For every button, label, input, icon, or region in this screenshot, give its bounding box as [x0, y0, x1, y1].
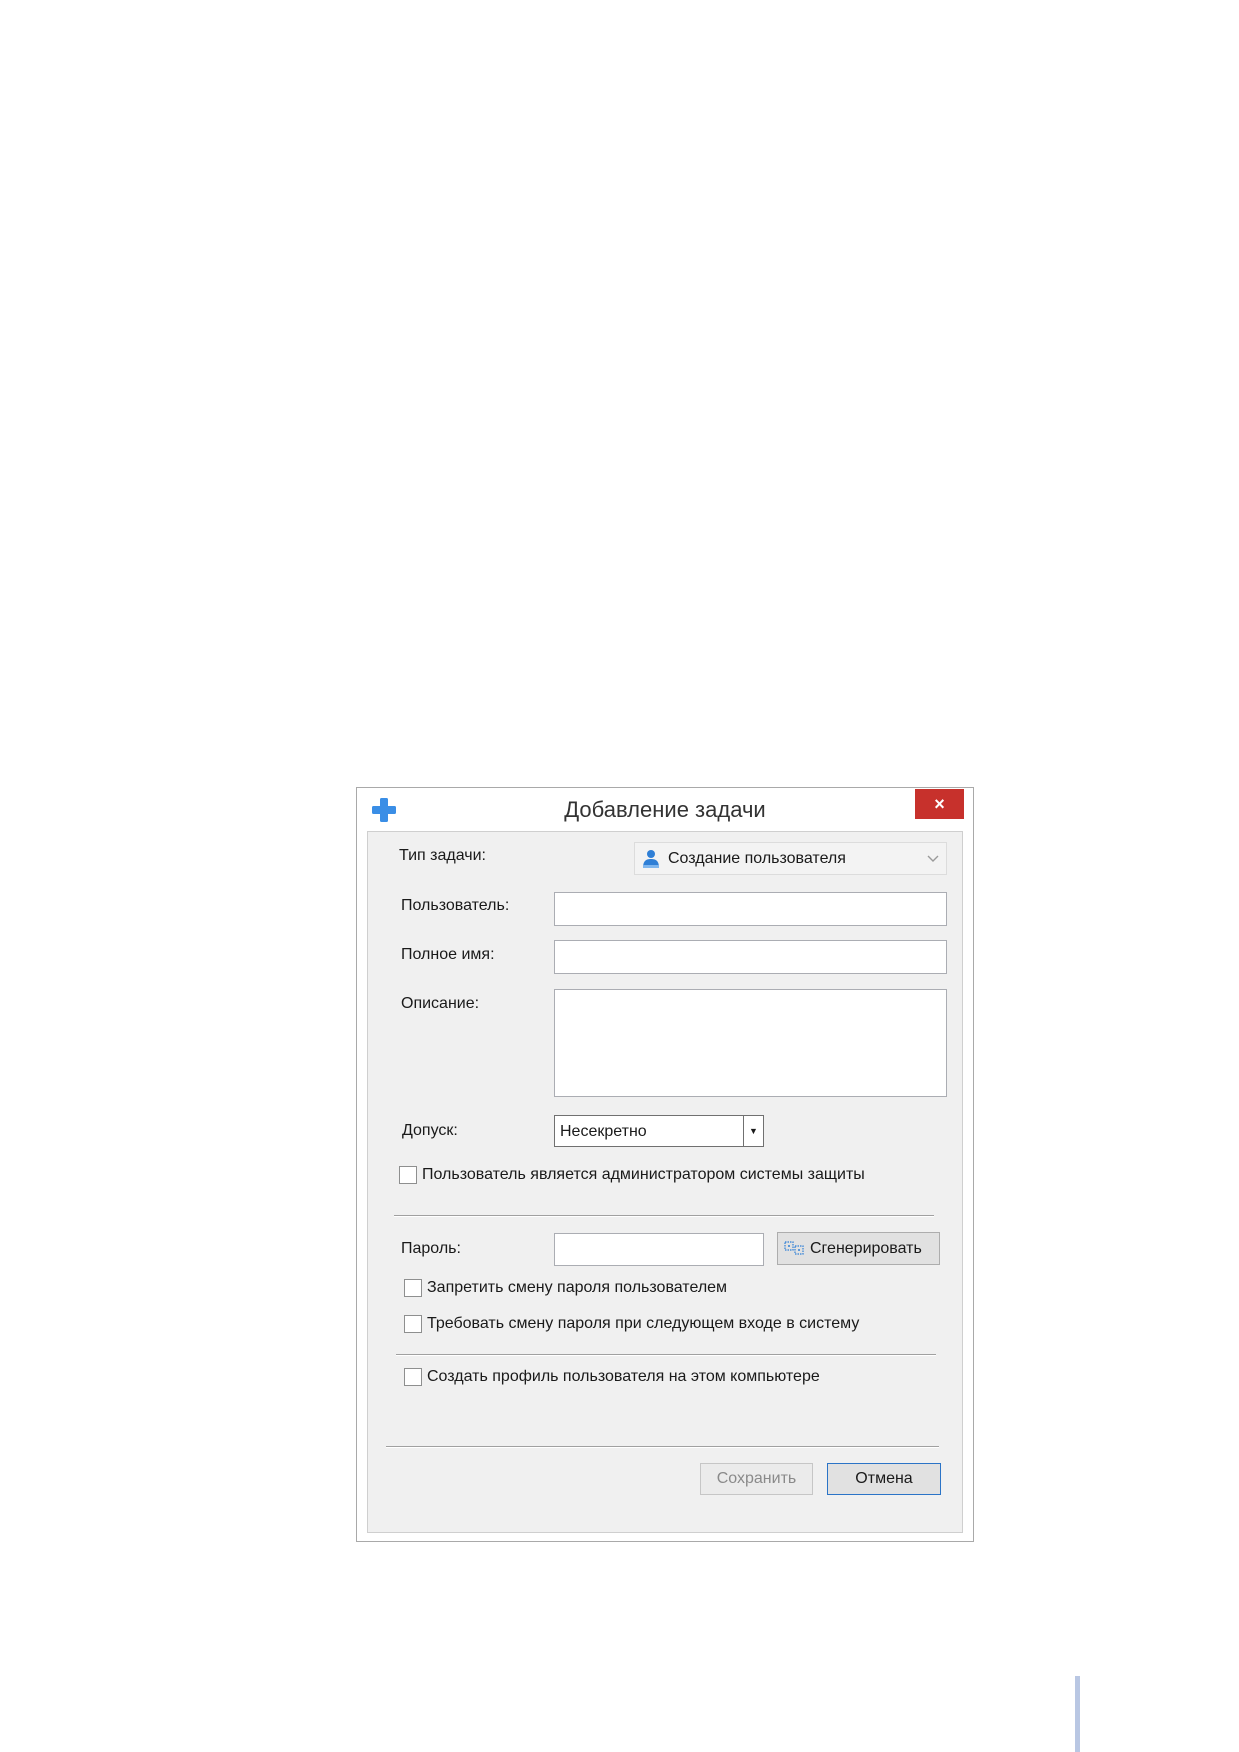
chevron-down-icon: [927, 855, 939, 862]
description-textarea[interactable]: [554, 989, 947, 1097]
separator: [394, 1215, 934, 1217]
create-profile-checkbox[interactable]: [404, 1368, 422, 1386]
close-button[interactable]: ×: [915, 789, 964, 819]
page-margin-bar: [1075, 1676, 1080, 1752]
title-bar[interactable]: Добавление задачи ×: [357, 788, 973, 828]
add-task-dialog: Добавление задачи × Тип задачи: Создание…: [356, 787, 974, 1542]
password-input[interactable]: [554, 1233, 764, 1266]
require-change-checkbox[interactable]: [404, 1315, 422, 1333]
fullname-label: Полное имя:: [401, 946, 495, 963]
forbid-change-checkbox[interactable]: [404, 1279, 422, 1297]
require-change-label: Требовать смену пароля при следующем вхо…: [427, 1315, 860, 1332]
dialog-title: Добавление задачи: [564, 797, 766, 822]
description-label: Описание:: [401, 995, 480, 1012]
cancel-button[interactable]: Отмена: [827, 1463, 941, 1495]
dialog-client-area: Тип задачи: Создание пользователя Пользо…: [367, 831, 963, 1533]
dropdown-arrow-icon[interactable]: ▼: [743, 1116, 763, 1146]
password-label: Пароль:: [401, 1240, 461, 1257]
create-profile-label: Создать профиль пользователя на этом ком…: [427, 1368, 820, 1385]
save-button[interactable]: Сохранить: [700, 1463, 813, 1495]
task-type-dropdown[interactable]: Создание пользователя: [634, 842, 947, 875]
dice-key-icon: [784, 1241, 804, 1255]
generate-password-button[interactable]: Сгенерировать: [777, 1232, 940, 1265]
clearance-value: Несекретно: [560, 1123, 647, 1140]
forbid-change-label: Запретить смену пароля пользователем: [427, 1279, 728, 1296]
generate-button-label: Сгенерировать: [810, 1240, 922, 1257]
user-label: Пользователь:: [401, 897, 510, 914]
admin-checkbox[interactable]: [399, 1166, 417, 1184]
user-input[interactable]: [554, 892, 947, 926]
separator: [386, 1446, 939, 1448]
user-icon: [643, 850, 659, 868]
task-type-label: Тип задачи:: [399, 847, 486, 864]
separator: [396, 1354, 936, 1356]
task-type-value: Создание пользователя: [668, 850, 846, 867]
clearance-select[interactable]: Несекретно ▼: [554, 1115, 764, 1147]
clearance-label: Допуск:: [402, 1122, 458, 1139]
admin-checkbox-label: Пользователь является администратором си…: [422, 1166, 865, 1183]
fullname-input[interactable]: [554, 940, 947, 974]
